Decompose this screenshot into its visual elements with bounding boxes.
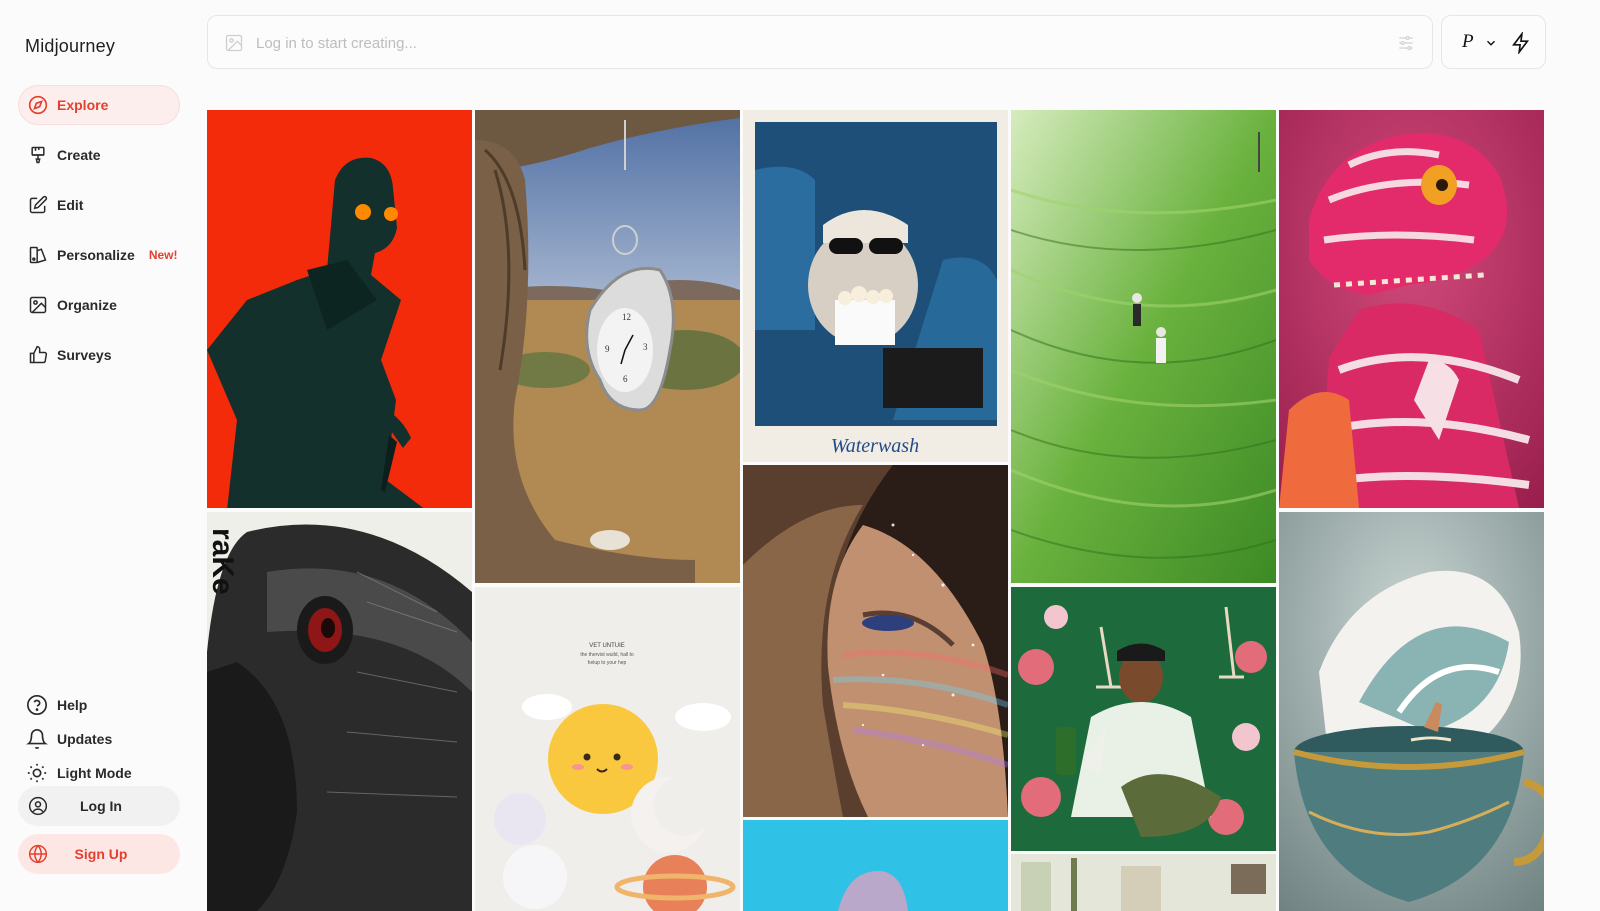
- sidebar-item-create[interactable]: Create: [18, 135, 180, 175]
- help-icon: [26, 694, 48, 716]
- brush-icon: [28, 145, 48, 165]
- svg-text:3: 3: [643, 342, 648, 352]
- sidebar-item-label: Explore: [57, 97, 109, 113]
- prompt-bar: [207, 15, 1433, 69]
- sidebar-item-label: Edit: [57, 197, 84, 213]
- svg-text:9: 9: [605, 344, 610, 354]
- chevron-down-icon[interactable]: [1484, 36, 1498, 50]
- gallery-image-rabbit[interactable]: raKe: [207, 512, 472, 911]
- updates-link[interactable]: Updates: [26, 728, 186, 750]
- help-label: Help: [57, 697, 88, 713]
- rabbit-art: raKe: [207, 512, 472, 911]
- gallery-image-green-grass[interactable]: [1011, 110, 1276, 583]
- svg-text:6: 6: [623, 374, 628, 384]
- user-circle-icon: [28, 796, 48, 816]
- knit-dinosaur-art: [1279, 110, 1544, 508]
- planets-poster-subtext: the thervist wuild, hall to: [580, 652, 634, 658]
- sidebar-nav: Explore Create Edit Personalize New! Org…: [18, 85, 180, 385]
- sidebar-item-label: Personalize: [57, 247, 135, 263]
- settings-sliders-icon[interactable]: [1396, 33, 1416, 53]
- tools-panel: P: [1441, 15, 1546, 69]
- updates-label: Updates: [57, 731, 113, 747]
- sidebar-item-surveys[interactable]: Surveys: [18, 335, 180, 375]
- light-mode-label: Light Mode: [57, 765, 132, 781]
- bell-icon: [26, 728, 48, 750]
- sidebar-item-personalize[interactable]: Personalize New!: [18, 235, 180, 275]
- sidebar-item-label: Organize: [57, 297, 117, 313]
- image-upload-icon[interactable]: [224, 33, 244, 53]
- sidebar-item-organize[interactable]: Organize: [18, 285, 180, 325]
- image-icon: [28, 295, 48, 315]
- sidebar: Midjourney Explore Create Edit Personali…: [0, 0, 198, 911]
- edit-icon: [28, 195, 48, 215]
- gallery-image-teacup-wave[interactable]: [1279, 512, 1544, 911]
- red-figure-art: [207, 110, 472, 508]
- planets-poster-subtext-2: helup to your hep: [588, 660, 627, 666]
- gallery-image-blue-sky[interactable]: [743, 820, 1008, 911]
- thumbs-up-icon: [28, 345, 48, 365]
- personalize-icon: [28, 245, 48, 265]
- embroidery-art: [1011, 587, 1276, 851]
- sidebar-bottom-links: Help Updates Light Mode: [26, 694, 186, 796]
- green-grass-art: [1011, 110, 1276, 583]
- prompt-input[interactable]: [256, 30, 1356, 56]
- rabbit-poster-text: raKe: [207, 528, 239, 595]
- cute-planets-art: VET UNTUIE the thervist wuild, hall to h…: [475, 587, 740, 911]
- new-badge: New!: [148, 248, 178, 262]
- light-mode-toggle[interactable]: Light Mode: [26, 762, 186, 784]
- svg-text:12: 12: [622, 312, 631, 322]
- sidebar-item-label: Create: [57, 147, 101, 163]
- room-art: [1011, 854, 1276, 911]
- personalize-toggle[interactable]: P: [1462, 31, 1474, 53]
- sidebar-item-explore[interactable]: Explore: [18, 85, 180, 125]
- gallery-image-embroidery[interactable]: [1011, 587, 1276, 851]
- compass-icon: [28, 95, 48, 115]
- gallery-image-knit-dinosaur[interactable]: [1279, 110, 1544, 508]
- signup-button[interactable]: Sign Up: [18, 834, 180, 874]
- polaroid-caption: Waterwash: [831, 435, 919, 457]
- gallery-image-cute-planets[interactable]: VET UNTUIE the thervist wuild, hall to h…: [475, 587, 740, 911]
- melting-watch-art: 12 3 6 9: [475, 110, 740, 583]
- blue-sky-art: [743, 820, 1008, 911]
- globe-icon: [28, 844, 48, 864]
- cat-polaroid-art: Waterwash: [743, 110, 1008, 462]
- planets-poster-text: VET UNTUIE: [589, 643, 625, 649]
- sidebar-item-label: Surveys: [57, 347, 112, 363]
- gallery-image-cat-polaroid[interactable]: Waterwash: [743, 110, 1008, 462]
- gallery-image-glitter-face[interactable]: [743, 465, 1008, 817]
- sun-icon: [26, 762, 48, 784]
- help-link[interactable]: Help: [26, 694, 186, 716]
- gallery-image-room[interactable]: [1011, 854, 1276, 911]
- sidebar-item-edit[interactable]: Edit: [18, 185, 180, 225]
- glitter-face-art: [743, 465, 1008, 817]
- teacup-wave-art: [1279, 512, 1544, 911]
- bolt-icon[interactable]: [1510, 30, 1532, 56]
- login-button[interactable]: Log In: [18, 786, 180, 826]
- app-logo[interactable]: Midjourney: [25, 36, 115, 57]
- gallery-image-melting-watch[interactable]: 12 3 6 9: [475, 110, 740, 583]
- gallery-image-red-figure[interactable]: [207, 110, 472, 508]
- explore-gallery: raKe 12 3 6 9 VET UNTUIE the thervist wu…: [207, 110, 1544, 911]
